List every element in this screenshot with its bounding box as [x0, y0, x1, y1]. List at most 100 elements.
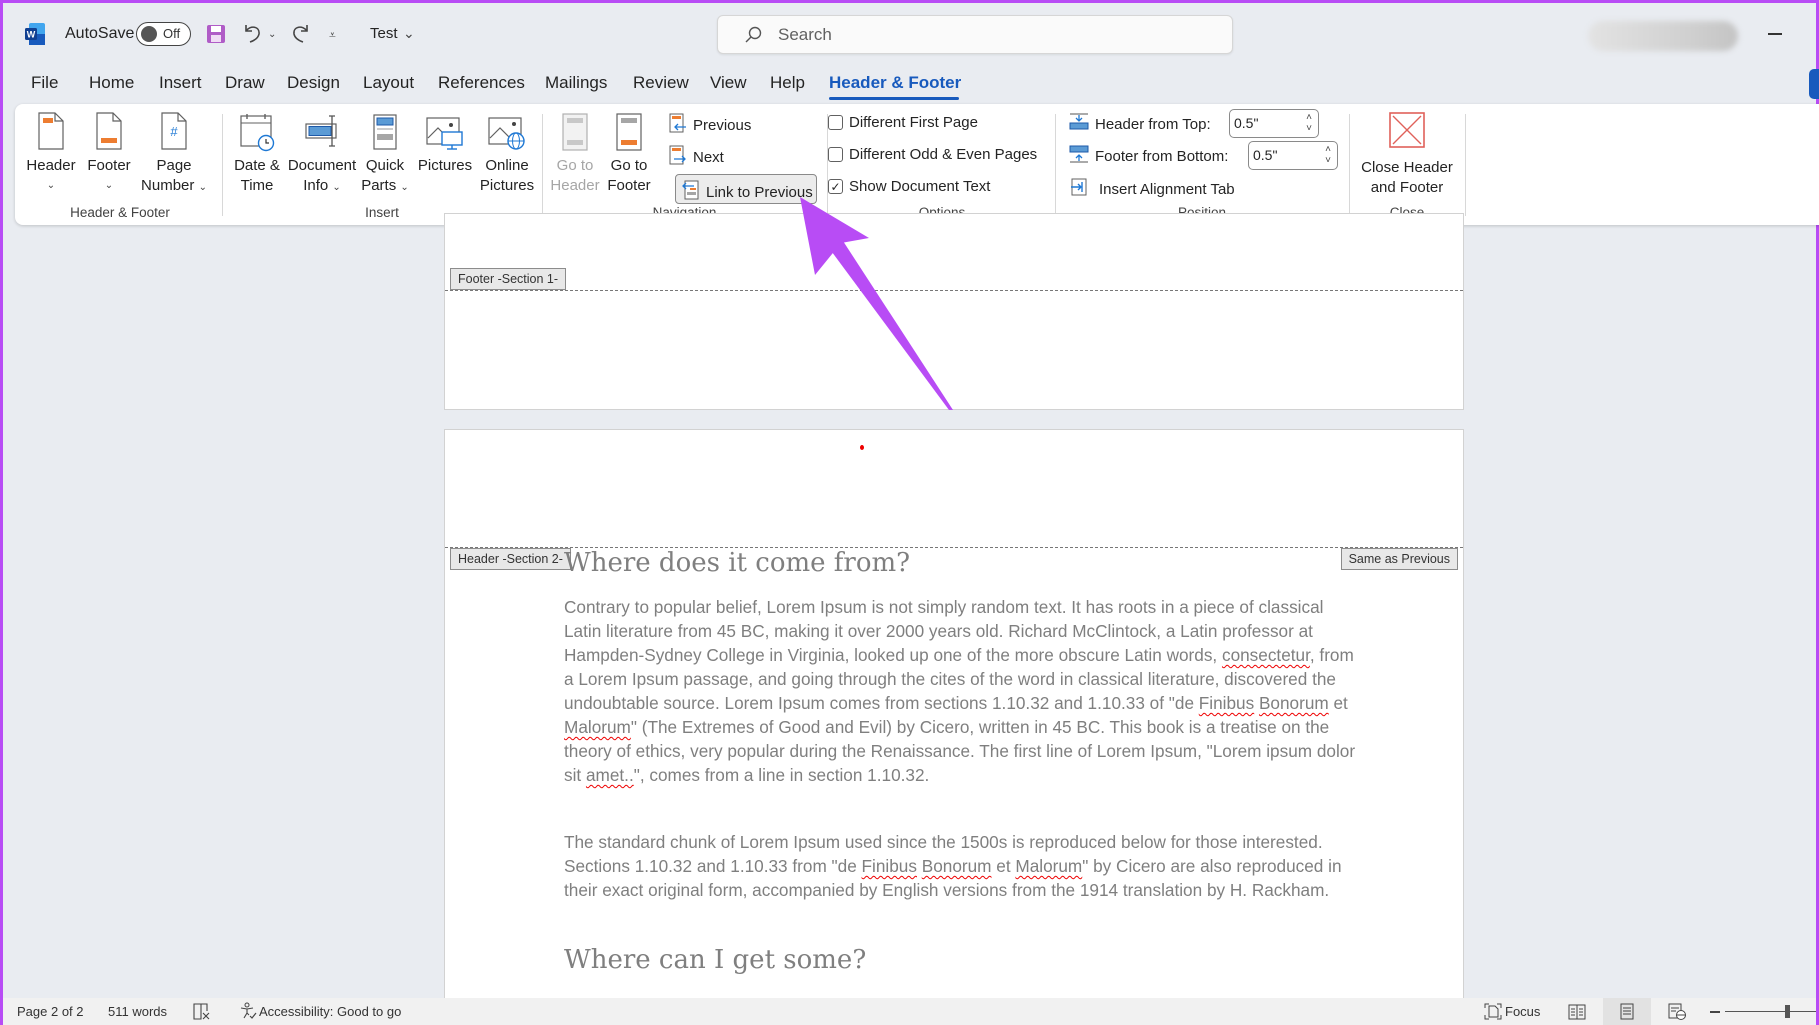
tab-header-footer[interactable]: Header & Footer — [829, 73, 961, 93]
header-button[interactable]: Header ⌄ — [23, 112, 79, 196]
tab-draw[interactable]: Draw — [225, 73, 265, 93]
read-mode-button[interactable] — [1553, 998, 1601, 1025]
web-layout-button[interactable] — [1653, 998, 1701, 1025]
date-time-label-1: Date & — [234, 157, 280, 174]
zoom-slider-track[interactable] — [1725, 1011, 1816, 1012]
tab-view[interactable]: View — [710, 73, 747, 93]
tab-home[interactable]: Home — [89, 73, 134, 93]
autosave-state: Off — [163, 26, 181, 41]
customize-toolbar-icon[interactable]: ⩡ — [329, 28, 336, 43]
page-number-label-2: Number — [141, 177, 195, 194]
document-info-label-1: Document — [287, 157, 357, 174]
header-from-top-icon — [1069, 113, 1089, 135]
date-time-button[interactable]: Date & Time — [229, 112, 285, 196]
page-2: Header -Section 2- Same as Previous Wher… — [444, 429, 1464, 1009]
online-pictures-label-1: Online — [485, 157, 529, 174]
autosave-toggle[interactable]: Off — [136, 22, 191, 46]
insert-alignment-tab-icon — [1069, 178, 1089, 200]
minimize-icon[interactable] — [1768, 33, 1782, 35]
svg-text:#: # — [170, 124, 178, 139]
link-to-previous-button[interactable]: Link to Previous — [675, 174, 817, 204]
quick-parts-label-2: Parts — [361, 177, 397, 194]
print-layout-icon — [1620, 1003, 1634, 1020]
document-info-button[interactable]: Document Info ⌄ — [287, 112, 357, 198]
page-count[interactable]: Page 2 of 2 — [17, 1004, 84, 1019]
misspelled-word: Bonorum — [921, 856, 992, 876]
proofing-icon[interactable] — [193, 1003, 211, 1025]
header-from-top-label: Header from Top: — [1095, 115, 1211, 133]
link-to-previous-label: Link to Previous — [706, 183, 813, 201]
quick-parts-dropdown-icon: ⌄ — [400, 182, 409, 193]
header-label: Header — [26, 157, 76, 174]
tab-design[interactable]: Design — [287, 73, 340, 93]
page-number-button[interactable]: # Page Number ⌄ — [137, 112, 211, 198]
date-time-label-2: Time — [240, 177, 274, 194]
group-label-header-footer: Header & Footer — [70, 205, 170, 220]
focus-icon[interactable] — [1484, 1003, 1502, 1025]
tab-help[interactable]: Help — [770, 73, 805, 93]
zoom-slider-thumb[interactable] — [1785, 1005, 1790, 1018]
footer-icon — [95, 112, 123, 150]
undo-icon[interactable] — [241, 22, 263, 49]
accessibility-icon[interactable] — [239, 1002, 257, 1025]
spin-arrows-icon[interactable]: ˄ ˅ — [1306, 112, 1312, 134]
heading-where-does-it-come-from: Where does it come from? — [564, 548, 911, 578]
header-from-top-input[interactable]: 0.5" ˄ ˅ — [1229, 109, 1319, 138]
footer-from-bottom-value: 0.5" — [1253, 147, 1278, 163]
group-separator — [1349, 114, 1350, 216]
footer-from-bottom-icon — [1069, 145, 1089, 167]
next-button[interactable]: Next — [669, 145, 724, 169]
pictures-label: Pictures — [417, 157, 473, 174]
footer-dropdown-icon: ⌄ — [104, 180, 114, 191]
print-layout-button[interactable] — [1603, 998, 1651, 1025]
pictures-button[interactable]: Pictures — [413, 112, 477, 176]
focus-label[interactable]: Focus — [1505, 1004, 1540, 1019]
insert-alignment-tab-button[interactable]: Insert Alignment Tab — [1069, 178, 1235, 200]
search-box[interactable]: Search — [717, 15, 1233, 54]
tab-mailings[interactable]: Mailings — [545, 73, 607, 93]
show-document-text-checkbox[interactable]: ✓ Show Document Text — [828, 178, 990, 195]
ribbon: Header ⌄ Footer ⌄ # Page Number ⌄ Header… — [15, 104, 1819, 225]
online-pictures-icon — [487, 112, 527, 152]
tab-review[interactable]: Review — [633, 73, 689, 93]
tab-insert[interactable]: Insert — [159, 73, 202, 93]
pictures-icon — [425, 112, 465, 152]
undo-dropdown-icon[interactable]: ⌄ — [268, 29, 276, 40]
go-to-header-button[interactable]: Go to Header — [549, 112, 601, 196]
footer-from-bottom-input[interactable]: 0.5" ˄ ˅ — [1248, 141, 1338, 170]
quick-parts-label-1: Quick — [365, 157, 405, 174]
toggle-knob — [141, 26, 157, 42]
spin-arrows-icon[interactable]: ˄ ˅ — [1325, 144, 1331, 166]
active-tab-indicator — [829, 97, 959, 100]
page-number-dropdown-icon: ⌄ — [198, 182, 207, 193]
go-to-header-label-1: Go to — [556, 157, 594, 174]
misspelled-word: Malorum — [564, 717, 631, 737]
account-avatar[interactable] — [1588, 21, 1738, 51]
doc-name-chevron-icon[interactable]: ⌄ — [403, 25, 415, 42]
word-count[interactable]: 511 words — [108, 1004, 167, 1019]
go-to-footer-button[interactable]: Go to Footer — [603, 112, 655, 196]
footer-from-bottom-row: Footer from Bottom: — [1069, 145, 1228, 167]
close-header-footer-button[interactable]: Close Header and Footer — [1351, 112, 1463, 198]
word-icon[interactable]: W — [25, 23, 45, 45]
zoom-out-button[interactable] — [1710, 1011, 1720, 1013]
quick-parts-button[interactable]: Quick Parts ⌄ — [357, 112, 413, 198]
redo-icon[interactable] — [290, 22, 312, 49]
tab-file[interactable]: File — [31, 73, 58, 93]
save-icon[interactable] — [206, 24, 226, 49]
document-name[interactable]: Test — [370, 25, 398, 42]
search-icon — [744, 26, 762, 49]
accessibility-status[interactable]: Accessibility: Good to go — [259, 1004, 401, 1019]
tab-references[interactable]: References — [438, 73, 525, 93]
comments-button[interactable] — [1809, 69, 1819, 99]
different-first-page-checkbox[interactable]: Different First Page — [828, 114, 978, 131]
tab-layout[interactable]: Layout — [363, 73, 414, 93]
footer-section-1-tag: Footer -Section 1- — [450, 268, 567, 290]
previous-button[interactable]: Previous — [669, 113, 751, 137]
misspelled-word: Malorum — [1015, 856, 1083, 876]
different-odd-even-checkbox[interactable]: Different Odd & Even Pages — [828, 146, 1037, 163]
footer-button[interactable]: Footer ⌄ — [81, 112, 137, 196]
text-run: et — [1328, 693, 1348, 713]
online-pictures-button[interactable]: Online Pictures — [477, 112, 537, 196]
header-icon — [37, 112, 65, 150]
